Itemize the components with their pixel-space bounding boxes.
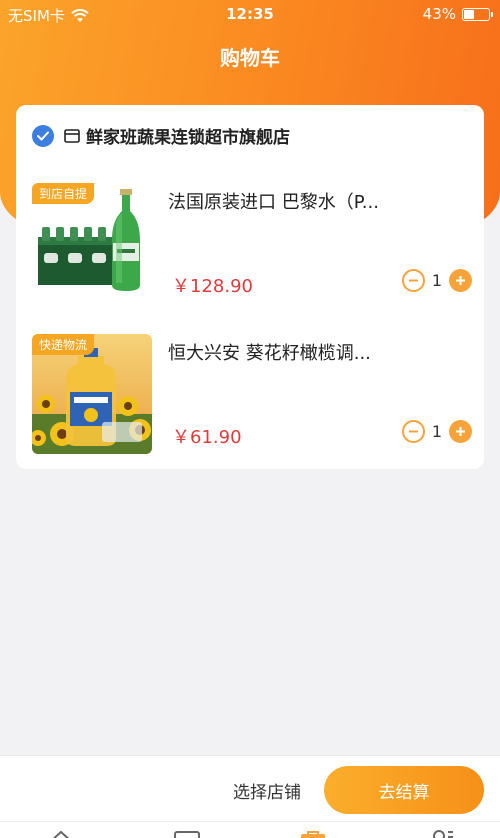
- product-title[interactable]: 法国原装进口 巴黎水（P...: [168, 188, 379, 214]
- cart-item[interactable]: 快递物流 恒大兴安 葵花籽橄榄调... ￥61.90 1: [32, 334, 472, 454]
- quantity-stepper: 1: [401, 420, 472, 443]
- cart-icon[interactable]: [300, 830, 326, 838]
- message-icon[interactable]: [174, 830, 200, 838]
- quantity-value: 1: [431, 271, 442, 290]
- fulfillment-tag: 快递物流: [32, 334, 95, 355]
- battery-icon: [462, 7, 493, 21]
- fulfillment-tag: 到店自提: [32, 183, 95, 204]
- page-title: 购物车: [220, 46, 280, 70]
- product-price: ￥61.90: [172, 427, 242, 448]
- product-image-sparkling-water[interactable]: 到店自提: [32, 183, 152, 303]
- battery-level: [464, 9, 474, 19]
- plus-icon: [456, 276, 465, 285]
- cart-item[interactable]: 到店自提 法国原装进口 巴黎水（P... ￥128.90 1: [32, 183, 472, 303]
- minus-icon: [408, 279, 418, 282]
- checkmark-icon: [37, 131, 49, 140]
- store-row[interactable]: 鲜家班蔬果连锁超市旗舰店: [32, 123, 290, 148]
- battery-percent: 43%: [422, 5, 456, 23]
- store-name: 鲜家班蔬果连锁超市旗舰店: [86, 128, 290, 148]
- profile-icon[interactable]: [428, 830, 454, 838]
- product-price: ￥128.90: [172, 276, 253, 297]
- minus-icon: [408, 430, 418, 433]
- cart-store-card: 鲜家班蔬果连锁超市旗舰店 到店自提 法国原装进口 巴黎水（P... ￥128.9…: [16, 105, 484, 469]
- store-checkbox[interactable]: [32, 124, 54, 147]
- quantity-stepper: 1: [401, 269, 472, 292]
- status-bar: 无SIM卡 12:35 43%: [0, 0, 500, 30]
- decrease-quantity-button[interactable]: [401, 420, 425, 443]
- checkout-button[interactable]: 去结算: [324, 766, 484, 814]
- plus-icon: [456, 427, 465, 436]
- decrease-quantity-button[interactable]: [401, 269, 425, 292]
- status-battery-group: 43%: [422, 5, 493, 23]
- increase-quantity-button[interactable]: [449, 420, 472, 443]
- tab-bar: [0, 821, 500, 838]
- select-store-button[interactable]: 选择店铺: [233, 778, 301, 803]
- checkout-bar: 选择店铺 去结算: [0, 755, 500, 821]
- store-icon: [64, 128, 80, 143]
- home-icon[interactable]: [48, 830, 74, 838]
- product-image-sunflower-oil[interactable]: 快递物流: [32, 334, 152, 454]
- quantity-value: 1: [431, 422, 442, 441]
- product-title[interactable]: 恒大兴安 葵花籽橄榄调...: [168, 339, 371, 365]
- increase-quantity-button[interactable]: [449, 269, 472, 292]
